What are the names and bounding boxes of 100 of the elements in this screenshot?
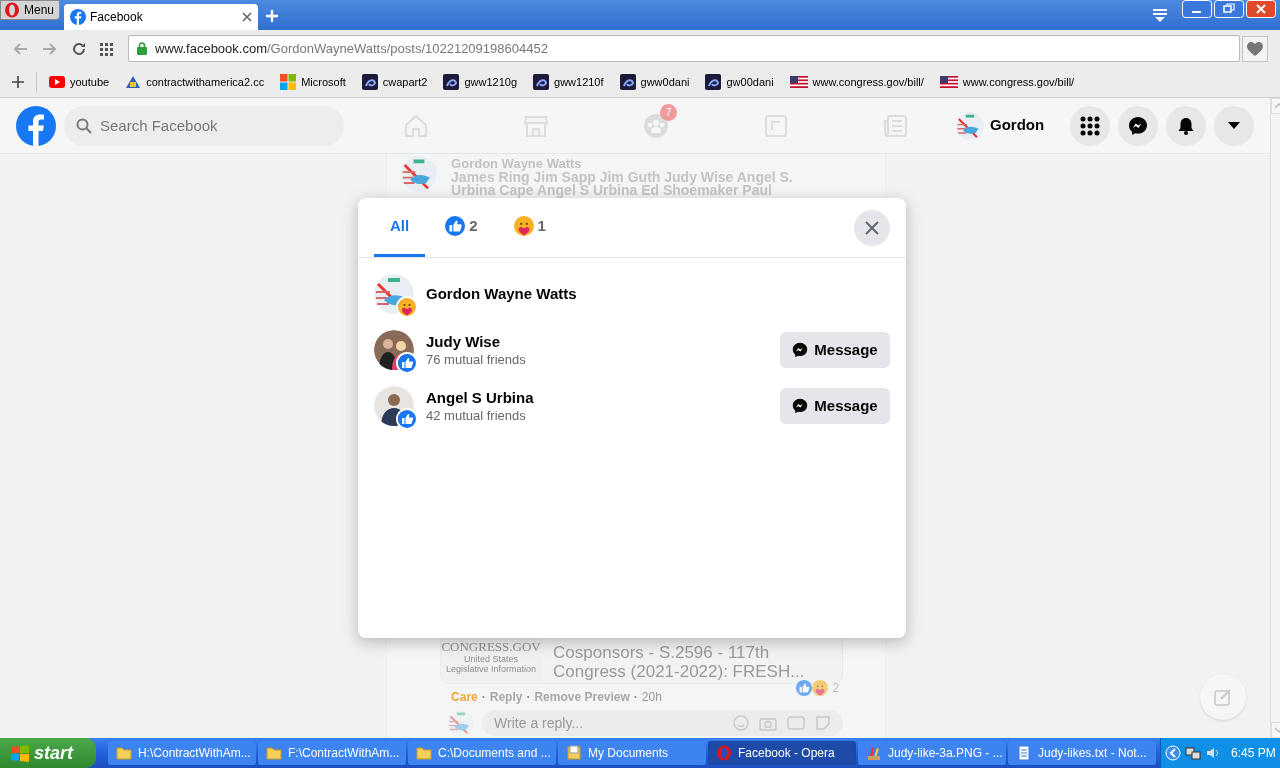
swirl-icon [705, 74, 722, 90]
taskbar-button[interactable]: Facebook - Opera [708, 741, 856, 765]
bookmark-link[interactable]: www.congress.gov/bill/ [939, 73, 1075, 91]
minimize-icon[interactable] [1182, 0, 1212, 18]
opera-logo-icon [716, 745, 732, 761]
bookmark-link[interactable]: gww1210g [443, 73, 517, 91]
documents-icon [566, 745, 582, 761]
bookmark-link[interactable]: contractwithamerica2.cc [125, 73, 265, 91]
thumbs-up-icon [398, 410, 416, 428]
search-field[interactable]: Search Facebook [64, 105, 344, 146]
close-icon[interactable] [242, 12, 252, 22]
restore-icon[interactable] [1214, 0, 1244, 18]
close-button[interactable] [854, 209, 890, 246]
facebook-logo-icon[interactable] [16, 105, 56, 146]
close-icon [864, 219, 880, 236]
reload-icon[interactable] [72, 41, 86, 56]
hug-emoji-icon [398, 298, 416, 316]
bookmark-link[interactable]: youtube [49, 73, 110, 91]
expand-tray-icon[interactable] [1165, 745, 1181, 761]
mutual-friends-count[interactable]: 76 mutual friends [426, 352, 780, 368]
swirl-icon [619, 74, 636, 90]
message-button[interactable]: Message [780, 332, 890, 368]
folder-icon [266, 745, 282, 761]
profile-name: Gordon [990, 115, 1045, 136]
square-frame-icon [763, 112, 789, 139]
separator-dot: · [633, 689, 638, 706]
taskbar-button[interactable]: Judy-likes.txt - Not... [1008, 741, 1156, 765]
avatar [956, 111, 984, 140]
taskbar-button[interactable]: C:\Documents and ... [408, 741, 556, 765]
bookmark-link[interactable]: gww1210f [533, 73, 604, 91]
preview-title: Cosponsors - S.2596 - 117th [553, 643, 771, 662]
taskbar-button[interactable]: H:\ContractWithAm... [108, 741, 256, 765]
avatar [448, 710, 475, 736]
clock: 6:45 PM [1231, 745, 1276, 762]
thumbs-up-icon [445, 216, 466, 236]
thumbs-up-icon [796, 680, 813, 696]
bookmark-link[interactable]: Microsoft [280, 73, 346, 91]
reaction-tab[interactable]: 2 [429, 198, 494, 257]
new-tab-icon[interactable] [266, 10, 278, 22]
folder-icon [116, 745, 132, 761]
person-name[interactable]: Angel S Urbina [426, 388, 780, 408]
taskbar-button[interactable]: Judy-like-3a.PNG - ... [858, 741, 1006, 765]
add-bookmark-icon[interactable] [12, 76, 24, 88]
reaction-tab[interactable]: 1 [497, 198, 562, 257]
hug-emoji-icon [513, 216, 534, 236]
hug-emoji-icon [812, 680, 829, 696]
bookmark-link[interactable]: gw00dani [705, 73, 774, 91]
folder-icon [416, 745, 432, 761]
lock-icon [137, 42, 147, 55]
person-name[interactable]: Gordon Wayne Watts [426, 284, 890, 304]
site-icon [125, 74, 142, 90]
message-button[interactable]: Message [780, 388, 890, 424]
speed-dial-icon[interactable] [100, 41, 114, 56]
flag-icon [939, 74, 958, 90]
notepad-icon [1016, 745, 1032, 761]
address-field[interactable]: www.facebook.com/GordonWayneWatts/posts/10221209198604452 [128, 35, 1240, 62]
messenger-icon [1128, 115, 1149, 136]
menu-button[interactable]: Menu [0, 0, 60, 20]
browser-tab[interactable]: Facebook [64, 4, 258, 30]
timestamp: 20h [641, 689, 662, 706]
edit-icon [1214, 688, 1232, 706]
notification-count: 7 [660, 103, 677, 121]
taskbar-button[interactable]: My Documents [558, 741, 706, 765]
site-logo-subtitle: United States Legislative Information [445, 654, 538, 674]
reaction-tab[interactable]: All [374, 198, 426, 257]
separator-dot: · [481, 689, 486, 706]
profile-link[interactable]: Gordon [956, 107, 1049, 144]
swirl-icon [361, 74, 378, 90]
windows-flag-icon [10, 744, 30, 762]
start-button[interactable]: start [0, 738, 96, 768]
heart-icon [1247, 41, 1263, 56]
messenger-icon [792, 342, 809, 358]
bookmark-heart-button[interactable] [1242, 35, 1268, 62]
bookmark-link[interactable]: gww0dani [619, 73, 690, 91]
facebook-logo-icon [70, 9, 86, 25]
mutual-friends-count[interactable]: 42 mutual friends [426, 408, 780, 424]
thumbs-up-icon [398, 354, 416, 372]
tab-menu-icon[interactable] [1152, 8, 1168, 22]
opera-logo-icon [4, 2, 20, 18]
four-squares-icon [280, 74, 297, 90]
person-name[interactable]: Judy Wise [426, 332, 780, 352]
messenger-icon [792, 398, 809, 414]
paint-brushes-icon [866, 745, 882, 761]
swirl-icon [443, 74, 460, 90]
flag-icon [789, 74, 808, 90]
home-icon [403, 112, 429, 139]
tab-title: Facebook [90, 9, 144, 26]
volume-icon[interactable] [1205, 745, 1221, 761]
caret-down-icon [1228, 122, 1241, 129]
separator-dot: · [526, 689, 531, 706]
site-logo-text: CONGRESS.GOV [441, 640, 541, 654]
grid-icon [1080, 115, 1101, 136]
newspaper-icon [883, 112, 909, 139]
youtube-logo-icon [49, 74, 65, 90]
preview-title: Congress (2021-2022): FRESH... [553, 662, 805, 681]
search-icon [76, 117, 92, 134]
bookmark-link[interactable]: www.congress.gov/bill/ [789, 73, 924, 91]
taskbar-button[interactable]: F:\ContractWithAm... [258, 741, 406, 765]
network-icon[interactable] [1185, 745, 1201, 761]
bookmark-link[interactable]: cwapart2 [361, 73, 428, 91]
